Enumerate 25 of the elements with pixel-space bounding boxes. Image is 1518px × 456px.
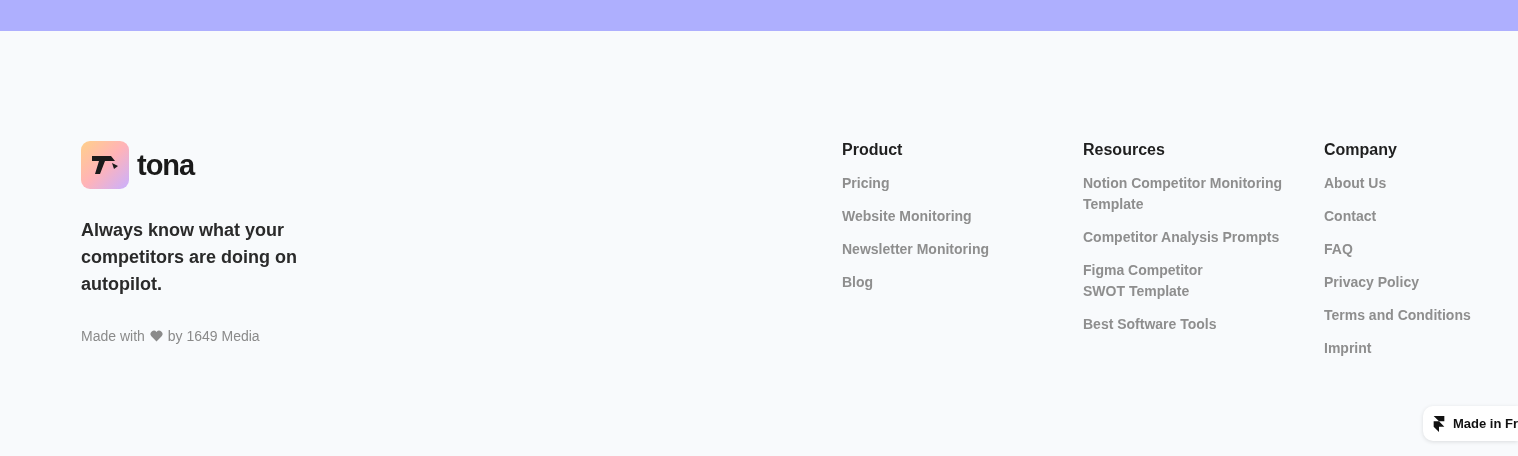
column-title: Company [1324, 141, 1398, 159]
column-title: Product [842, 141, 904, 159]
footer-link[interactable]: Privacy Policy [1324, 272, 1518, 293]
footer-link[interactable]: Newsletter Monitoring [842, 239, 1047, 260]
footer-link[interactable]: FAQ [1324, 239, 1518, 260]
footer-link[interactable]: About Us [1324, 173, 1518, 194]
footer-link[interactable]: Blog [842, 272, 1047, 293]
made-in-badge[interactable]: Made in Fr [1423, 406, 1518, 441]
footer-link[interactable]: Pricing [842, 173, 1047, 194]
brand-name: tona [137, 148, 195, 182]
tagline: Always know what your competitors are doing on autopilot. [81, 219, 299, 296]
framer-logo-icon [1433, 415, 1445, 432]
credit-text: by 1649 Media [167, 328, 260, 344]
footer-link[interactable]: Notion Competitor Monitoring Template [1083, 173, 1288, 215]
heart-icon [149, 330, 163, 342]
footer-link[interactable]: Competitor Analysis Prompts [1083, 227, 1288, 248]
footer-link[interactable]: Imprint [1324, 338, 1518, 359]
footer-link[interactable]: Website Monitoring [842, 206, 1047, 227]
footer-link[interactable]: Best Software Tools [1083, 314, 1288, 335]
footer-link[interactable]: Contact [1324, 206, 1518, 227]
logo-icon [81, 141, 129, 189]
footer-link[interactable]: Terms and Conditions [1324, 305, 1518, 326]
credit-text: Made with [81, 328, 145, 344]
column-title: Resources [1083, 141, 1166, 159]
footer-link[interactable]: Figma Competitor SWOT Template [1083, 260, 1288, 302]
